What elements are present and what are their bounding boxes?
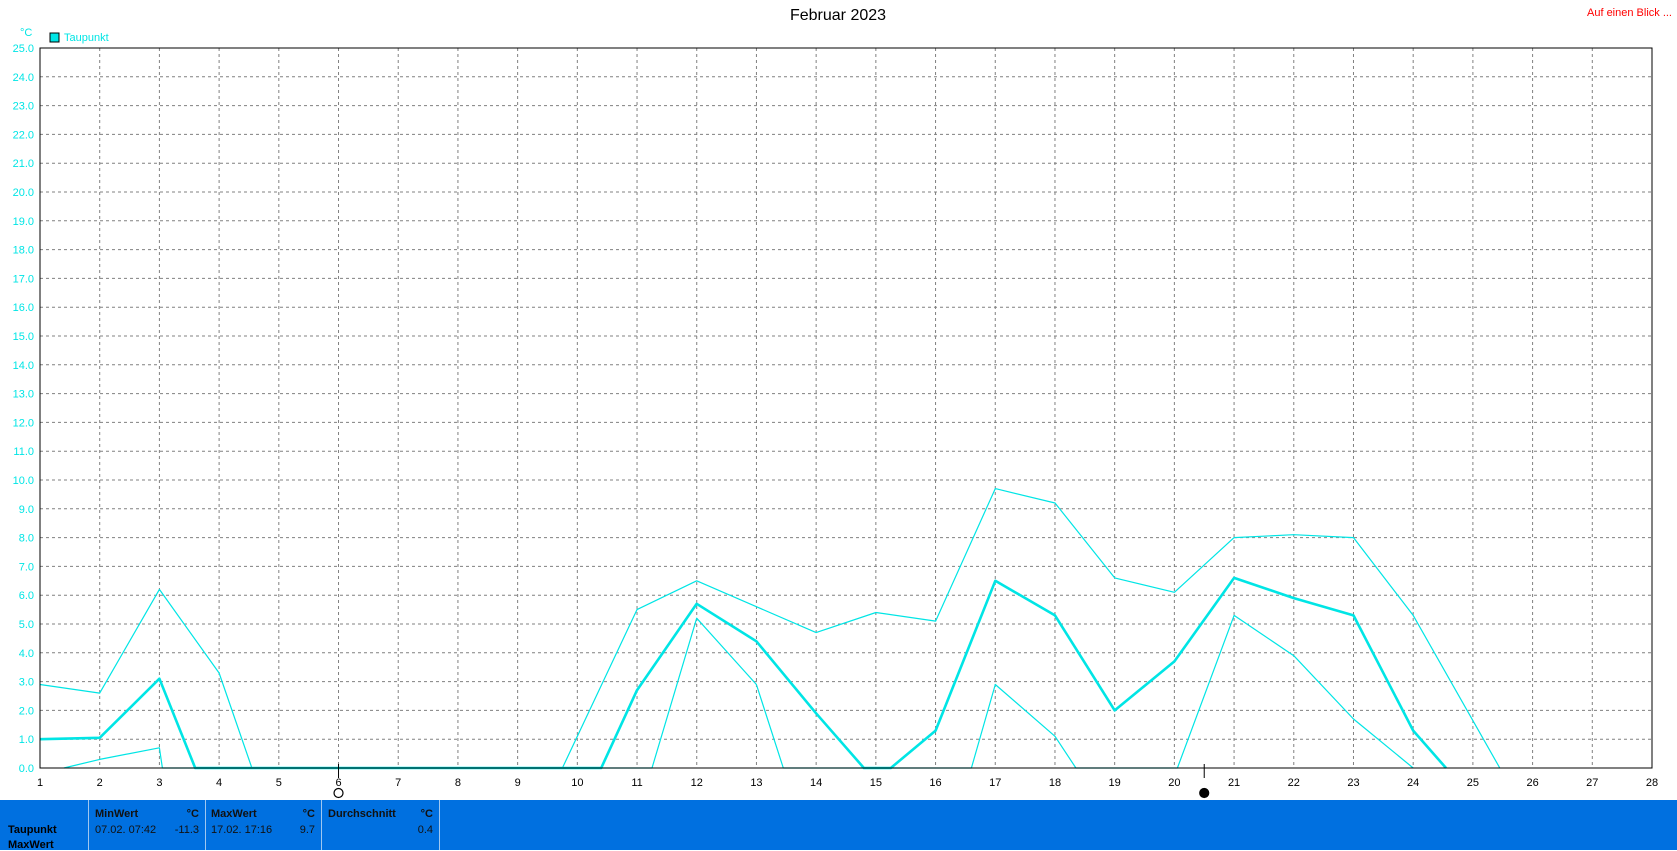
- x-tick-label: 28: [1646, 777, 1658, 789]
- x-tick-label: 17: [989, 777, 1001, 789]
- y-unit-label: °C: [20, 27, 32, 39]
- stats-panel: Taupunkt MaxWert MinWert °C 07.02. 07:42…: [0, 800, 1677, 851]
- y-tick-label: 4.0: [19, 648, 34, 660]
- stats-unit: °C: [420, 808, 433, 820]
- y-tick-label: 17.0: [13, 273, 34, 285]
- new-moon-icon: [1199, 787, 1210, 799]
- y-tick-label: 25.0: [13, 43, 34, 55]
- stats-date: 17.02. 17:16: [211, 824, 273, 836]
- x-tick-label: 25: [1467, 777, 1479, 789]
- stats-header: Durchschnitt: [328, 808, 396, 820]
- stats-unit: °C: [302, 808, 315, 820]
- stats-col-max: MaxWert °C 17.02. 17:16 9.7: [205, 800, 322, 850]
- stats-unit: °C: [186, 808, 199, 820]
- x-tick-label: 2: [97, 777, 103, 789]
- stats-date: 07.02. 07:42: [95, 824, 157, 836]
- x-tick-label: 16: [929, 777, 941, 789]
- y-tick-label: 1.0: [19, 734, 34, 746]
- y-tick-label: 22.0: [13, 129, 34, 141]
- chart-title: Februar 2023: [790, 7, 886, 24]
- x-tick-label: 8: [455, 777, 461, 789]
- y-tick-label: 3.0: [19, 677, 34, 689]
- y-tick-label: 16.0: [13, 302, 34, 314]
- x-tick-label: 26: [1526, 777, 1538, 789]
- x-tick-label: 14: [810, 777, 822, 789]
- x-tick-label: 24: [1407, 777, 1419, 789]
- x-axis-ticks: 1 2 3 4 5 6 7 8 9 10 11 12 13 14 15 16 17 18 19 20 21 22 23 24 2…: [37, 777, 1658, 789]
- y-tick-label: 5.0: [19, 619, 34, 631]
- x-tick-label: 5: [276, 777, 282, 789]
- overview-link[interactable]: Auf einen Blick ...: [1587, 7, 1672, 19]
- y-tick-label: 8.0: [19, 533, 34, 545]
- y-tick-label: 2.0: [19, 705, 34, 717]
- x-tick-label: 3: [156, 777, 162, 789]
- stats-value: 9.7: [299, 824, 315, 836]
- plot-frame: [39, 47, 1653, 769]
- y-tick-label: 12.0: [13, 417, 34, 429]
- y-tick-label: 18.0: [13, 245, 34, 257]
- stats-header: MaxWert: [211, 808, 257, 820]
- x-tick-label: 12: [691, 777, 703, 789]
- y-tick-label: 10.0: [13, 475, 34, 487]
- legend-swatch: [49, 32, 60, 43]
- x-tick-label: 4: [216, 777, 222, 789]
- x-tick-label: 1: [37, 777, 43, 789]
- x-tick-label: 9: [515, 777, 521, 789]
- x-tick-label: 10: [571, 777, 583, 789]
- x-tick-label: 20: [1168, 777, 1180, 789]
- stats-row-label: Taupunkt: [8, 824, 57, 836]
- x-tick-label: 27: [1586, 777, 1598, 789]
- y-tick-label: 14.0: [13, 360, 34, 372]
- dewpoint-chart: Februar 2023 Auf einen Blick ... °C Taup…: [13, 7, 1672, 799]
- x-tick-label: 19: [1109, 777, 1121, 789]
- series-lines: [39, 488, 1501, 770]
- x-tick-label: 15: [870, 777, 882, 789]
- x-tick-label: 13: [750, 777, 762, 789]
- y-tick-label: 0.0: [19, 763, 34, 775]
- y-tick-label: 11.0: [13, 446, 34, 458]
- y-tick-label: 21.0: [13, 158, 34, 170]
- y-tick-label: 24.0: [13, 72, 34, 84]
- x-tick-label: 6: [335, 777, 341, 789]
- y-tick-label: 6.0: [19, 590, 34, 602]
- stats-value: -11.3: [174, 824, 199, 836]
- x-tick-label: 7: [395, 777, 401, 789]
- stats-col-min: MinWert °C 07.02. 07:42 -11.3: [88, 800, 206, 850]
- x-tick-label: 23: [1347, 777, 1359, 789]
- legend-label: Taupunkt: [64, 32, 109, 44]
- x-tick-label: 11: [631, 777, 642, 789]
- y-tick-label: 7.0: [19, 561, 34, 573]
- x-tick-label: 21: [1228, 777, 1240, 789]
- y-axis-ticks: 0.0 1.0 2.0 3.0 4.0 5.0 6.0 7.0 8.0 9.0 10.0 11.0 12…: [13, 43, 34, 775]
- series-line-min: [63, 614, 1414, 769]
- y-tick-label: 15.0: [13, 331, 34, 343]
- stats-row-label: MaxWert: [8, 839, 54, 851]
- y-tick-label: 20.0: [13, 187, 34, 199]
- stats-col-avg: Durchschnitt °C 0.4: [322, 800, 440, 850]
- full-moon-icon: [333, 787, 344, 799]
- y-tick-label: 9.0: [19, 504, 34, 516]
- y-tick-label: 23.0: [13, 101, 34, 113]
- stats-value: 0.4: [417, 824, 433, 836]
- x-tick-label: 18: [1049, 777, 1061, 789]
- stats-header: MinWert: [95, 808, 139, 820]
- x-tick-label: 22: [1288, 777, 1300, 789]
- y-tick-label: 19.0: [13, 216, 34, 228]
- y-tick-label: 13.0: [13, 389, 34, 401]
- grid: [39, 47, 1653, 769]
